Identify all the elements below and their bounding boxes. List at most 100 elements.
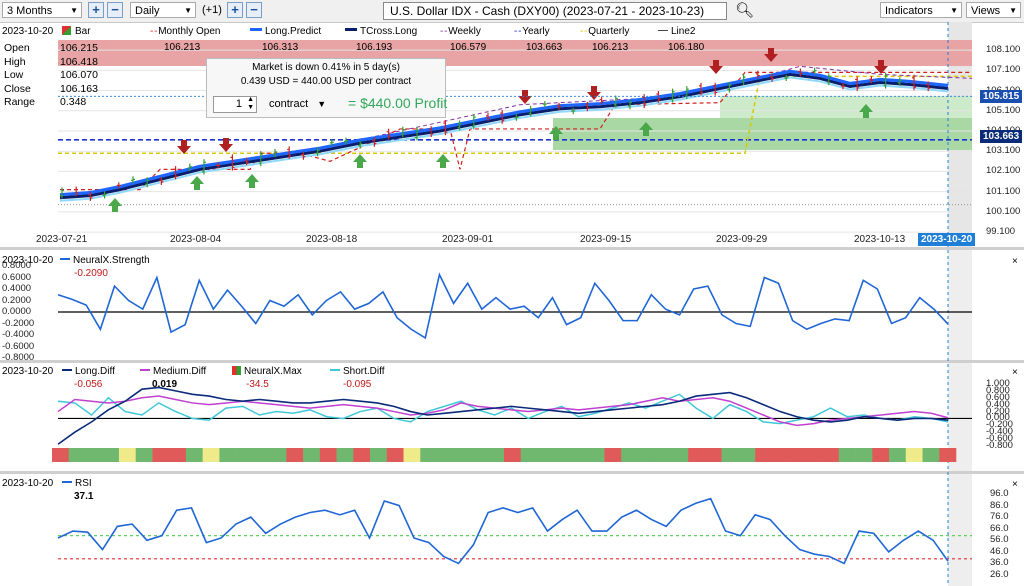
short-diff-value: -0.095 [343,379,372,390]
range-label: Range [4,96,35,108]
legend-quarterly: - - Quarterly [580,26,630,37]
y-tick: 0.0000 [2,306,32,317]
close-icon[interactable]: × [1012,256,1018,267]
neuralx-max-bar [85,448,103,462]
y-tick: 101.100 [986,185,1021,197]
future-zone [948,474,972,586]
neuralx-max-bar [152,448,170,462]
popup-market-text: Market is down 0.41% in 5 day(s) [252,62,400,73]
close-icon[interactable]: × [1012,479,1018,490]
y-tick: -0.8000 [2,352,35,363]
neuralx-max-bar [336,448,354,462]
neuralx-max-bar [587,448,605,462]
y-tick: 46.0 [990,545,1009,557]
neuralx-max-bar [303,448,321,462]
ohlc-panel: Open 106.215 High 106.418 Low 106.070 Close… [4,42,98,110]
x-tick: 2023-09-01 [442,234,494,245]
contract-select[interactable]: contract ▼ [269,98,326,110]
close-icon[interactable]: × [1012,367,1018,378]
spinner-arrows-icon[interactable]: ▲ ▼ [247,96,254,112]
y-tick: 26.0 [990,569,1009,580]
neuralx-max-bar [453,448,471,462]
neuralx-max-bar [319,448,337,462]
neuralx-max-bar [353,448,371,462]
neuralx-max-bar [386,448,404,462]
neuralx-max-bar [755,448,773,462]
legend-monthly-open: - - Monthly Open [150,26,221,37]
neuralx-max-bar [570,448,589,462]
neuralx-max-bar [236,448,254,462]
profit-value: = $440.00 Profit [348,95,448,111]
neuralx-max-bar [554,448,572,462]
neuralx-max-bar [704,448,722,462]
rsi-line [57,497,949,565]
y-tick: 102.100 [986,165,1021,177]
neuralx-max-bar [269,448,287,462]
future-zone [948,250,972,360]
y-tick: 103.100 [986,145,1021,157]
legend-rsi: RSI [62,478,92,489]
bar-legend-icon [62,26,71,35]
low-label: Low [4,69,24,81]
close-price-tag: 105.815 [980,90,1023,103]
contract-qty-input[interactable]: 1 ▲ ▼ [213,96,257,113]
legend-line2: Line2 [658,26,695,37]
neuralx-max-bar [637,448,655,462]
y-tick: 66.0 [990,522,1009,534]
medium-diff-value: 0.019 [152,379,178,390]
chevron-down-icon: ▼ [317,99,327,109]
y-tick: 0.2000 [2,294,32,306]
sell-arrow-icon [518,90,532,104]
neuralx-max-bar [202,448,220,462]
y-tick: 0.8000 [2,260,32,271]
neuralx-max-bar [68,448,86,462]
y-tick: 107.100 [986,64,1021,76]
legend-yearly: - - Yearly [514,26,550,37]
legend-tcross-long: TCross.Long [345,26,417,37]
price-chart[interactable] [0,0,1024,586]
legend-medium-diff: Medium.Diff [140,366,206,377]
y-tick: 76.0 [990,511,1009,523]
neuralx-max-bar [252,448,270,462]
neuralx-max-bar [721,448,739,462]
neuralx-max-bar [370,448,388,462]
neuralx-max-bar [420,448,438,462]
neuralx-max-value: -34.5 [246,379,269,390]
strength-line [57,272,949,340]
high-value: 106.418 [60,55,98,68]
neuralx-max-bar [889,448,907,462]
neuralx-max-bar [771,448,789,462]
x-tick: 2023-07-21 [36,234,88,245]
neuralx-max-bar [621,448,639,462]
neuralx-max-bar [855,448,873,462]
x-tick: 2023-09-29 [716,234,768,245]
y-tick: 0.6000 [2,271,32,283]
pane-separator [0,360,1024,363]
neuralx-max-bar [470,448,488,462]
neuralx-max-bar [537,448,555,462]
neuralx-max-bar [788,448,806,462]
neuralx-max-bar [135,448,153,462]
neuralx-max-bar [654,448,672,462]
neuralx-max-bar [102,448,120,462]
y-tick: 36.0 [990,557,1009,569]
neuralx-max-bar [169,448,187,462]
open-value: 106.215 [60,42,98,54]
neuralx-max-bar [487,448,505,462]
low-value: 106.070 [60,69,98,81]
x-tick: 2023-08-04 [170,234,222,245]
long-predict-value: 106.313 [262,42,299,53]
buy-arrow-icon [190,176,204,190]
strength-value: -0.2090 [74,268,108,279]
neuralx-max-bar [872,448,890,462]
weekly-value: 106.579 [450,42,487,53]
long-diff-value: -0.056 [74,379,103,390]
legend-long-diff: Long.Diff [62,366,115,377]
yearly-price-tag: 103.663 [980,130,1023,143]
legend-short-diff: Short.Diff [330,366,385,377]
y-tick: -0.6000 [2,340,35,352]
neuralx-max-bar [403,448,421,462]
neuralx-max-bar [286,448,304,462]
support-band [553,118,972,150]
buy-arrow-icon [108,198,122,212]
